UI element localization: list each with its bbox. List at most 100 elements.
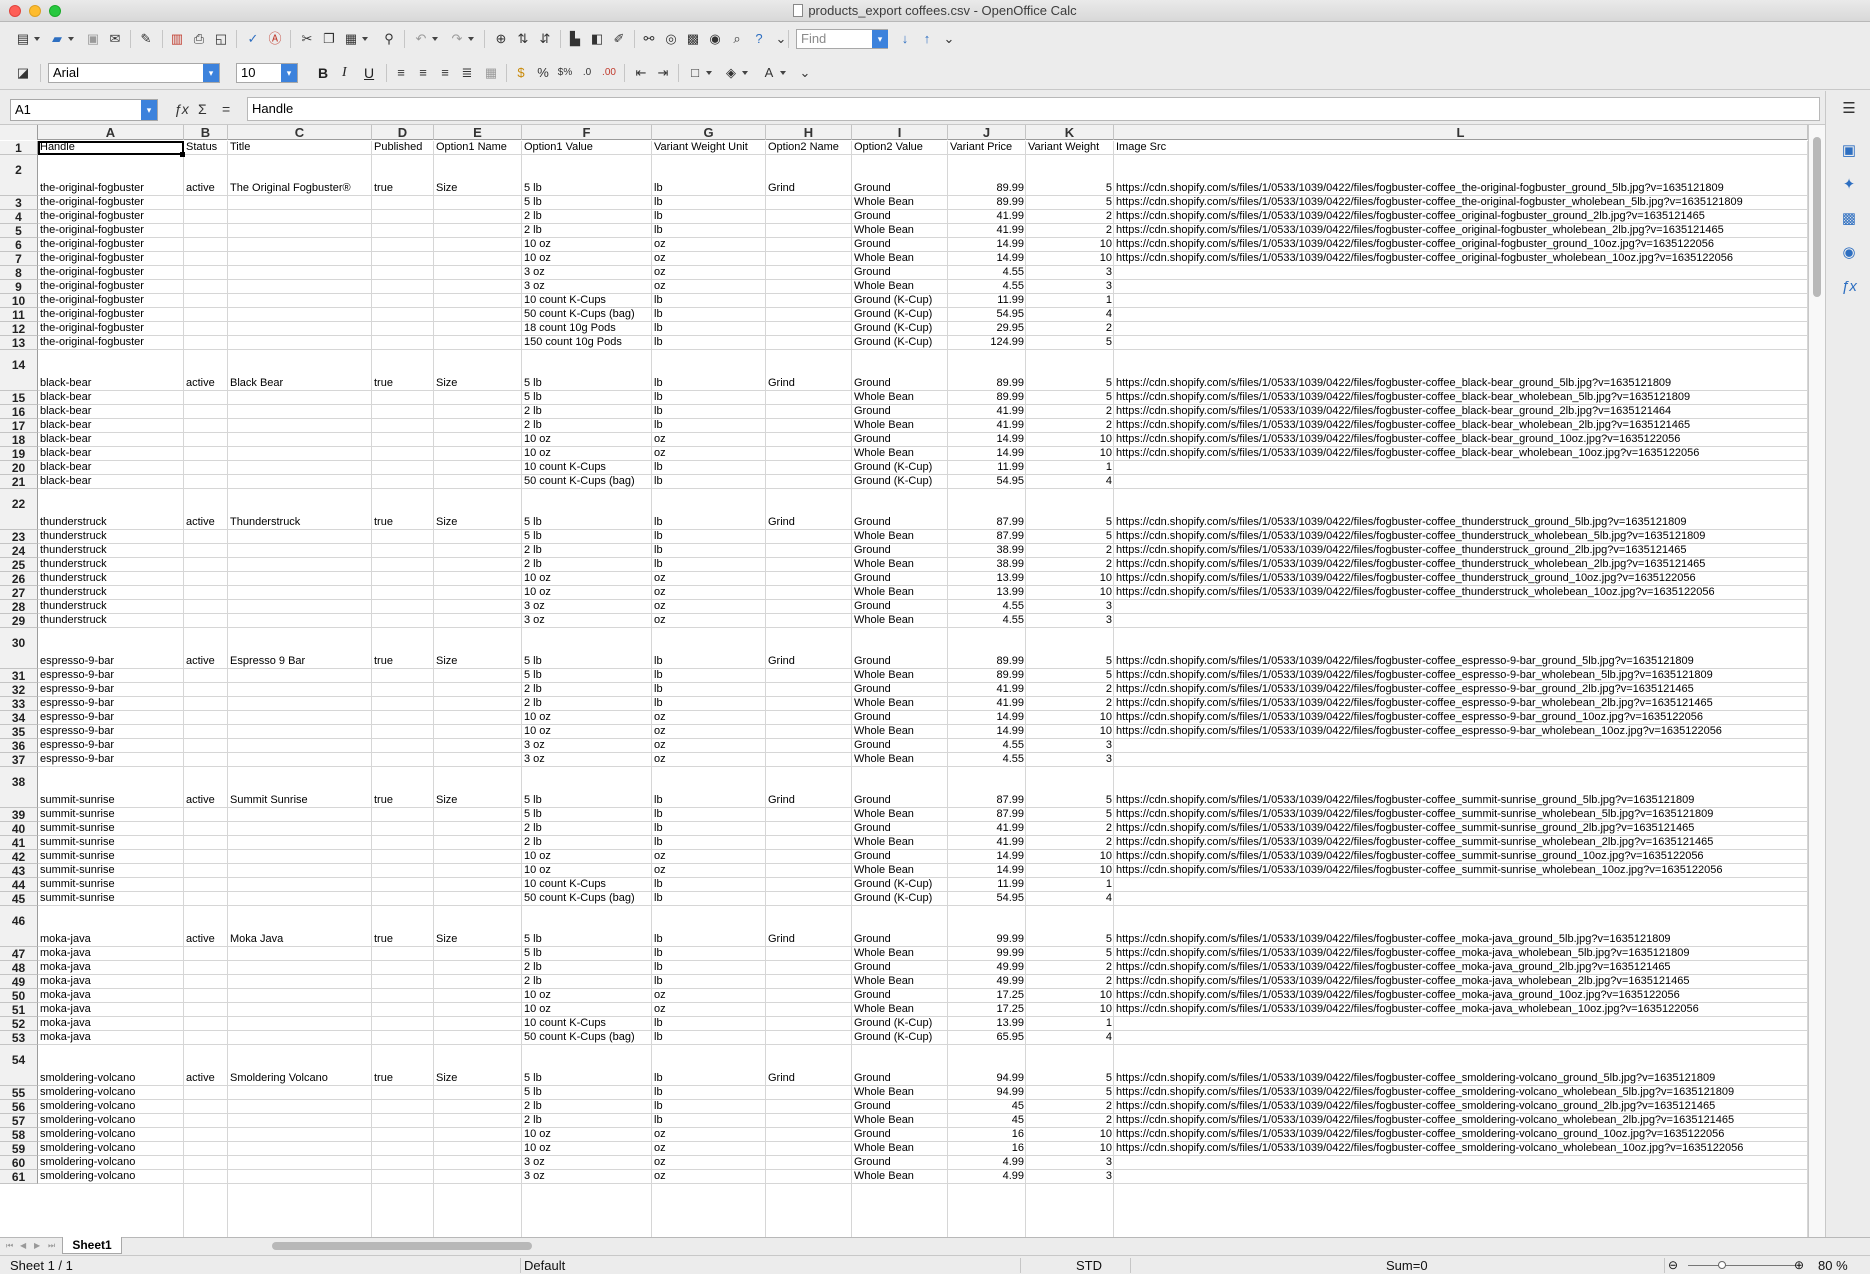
- cell-i33[interactable]: Whole Bean: [852, 697, 948, 710]
- column-header-c[interactable]: C: [228, 125, 372, 140]
- cell-g28[interactable]: oz: [652, 600, 766, 613]
- cell-g43[interactable]: oz: [652, 864, 766, 877]
- cell-k9[interactable]: 3: [1026, 280, 1114, 293]
- row-header[interactable]: 35: [0, 725, 38, 739]
- cell-k37[interactable]: 3: [1026, 753, 1114, 766]
- row-header[interactable]: 8: [0, 266, 38, 280]
- cell-a31[interactable]: espresso-9-bar: [38, 669, 184, 682]
- cell-a47[interactable]: moka-java: [38, 947, 184, 960]
- row-header[interactable]: 16: [0, 405, 38, 419]
- cell-a44[interactable]: summit-sunrise: [38, 878, 184, 891]
- cell-j1[interactable]: Variant Price: [948, 141, 1026, 154]
- cell-i27[interactable]: Whole Bean: [852, 586, 948, 599]
- new-document-icon[interactable]: ▤: [14, 30, 40, 48]
- cell-i37[interactable]: Whole Bean: [852, 753, 948, 766]
- page-preview-icon[interactable]: ◱: [212, 30, 230, 48]
- cell-i3[interactable]: Whole Bean: [852, 196, 948, 209]
- cell-g45[interactable]: lb: [652, 892, 766, 905]
- cell-g51[interactable]: oz: [652, 1003, 766, 1016]
- row-header[interactable]: 6: [0, 238, 38, 252]
- row-header[interactable]: 21: [0, 475, 38, 489]
- zoom-level[interactable]: 80 %: [1818, 1258, 1848, 1273]
- cell-j46[interactable]: 99.99: [948, 933, 1026, 946]
- cell-j29[interactable]: 4.55: [948, 614, 1026, 627]
- cell-f24[interactable]: 2 lb: [522, 544, 652, 557]
- cell-f31[interactable]: 5 lb: [522, 669, 652, 682]
- cell-a46[interactable]: moka-java: [38, 933, 184, 946]
- cell-i58[interactable]: Ground: [852, 1128, 948, 1141]
- cell-l17[interactable]: https://cdn.shopify.com/s/files/1/0533/1…: [1114, 419, 1808, 432]
- cell-k42[interactable]: 10: [1026, 850, 1114, 863]
- add-decimal-icon[interactable]: .0: [578, 64, 596, 82]
- cell-j21[interactable]: 54.95: [948, 475, 1026, 488]
- cell-g8[interactable]: oz: [652, 266, 766, 279]
- cell-j20[interactable]: 11.99: [948, 461, 1026, 474]
- row-header[interactable]: 49: [0, 975, 38, 989]
- cell-k59[interactable]: 10: [1026, 1142, 1114, 1155]
- cell-g38[interactable]: lb: [652, 794, 766, 807]
- row-header[interactable]: 13: [0, 336, 38, 350]
- cell-i25[interactable]: Whole Bean: [852, 558, 948, 571]
- cell-k60[interactable]: 3: [1026, 1156, 1114, 1169]
- next-sheet-icon[interactable]: ▶: [34, 1240, 43, 1252]
- cell-i8[interactable]: Ground: [852, 266, 948, 279]
- cell-a51[interactable]: moka-java: [38, 1003, 184, 1016]
- cell-k8[interactable]: 3: [1026, 266, 1114, 279]
- cell-j6[interactable]: 14.99: [948, 238, 1026, 251]
- cell-j10[interactable]: 11.99: [948, 294, 1026, 307]
- cell-b14[interactable]: active: [184, 377, 228, 390]
- cell-f25[interactable]: 2 lb: [522, 558, 652, 571]
- cell-e38[interactable]: Size: [434, 794, 522, 807]
- cell-g35[interactable]: oz: [652, 725, 766, 738]
- cell-j24[interactable]: 38.99: [948, 544, 1026, 557]
- column-header-b[interactable]: B: [184, 125, 228, 140]
- cell-h1[interactable]: Option2 Name: [766, 141, 852, 154]
- cell-g4[interactable]: lb: [652, 210, 766, 223]
- cell-g34[interactable]: oz: [652, 711, 766, 724]
- row-header[interactable]: 5: [0, 224, 38, 238]
- cell-a45[interactable]: summit-sunrise: [38, 892, 184, 905]
- cell-i29[interactable]: Whole Bean: [852, 614, 948, 627]
- cell-a33[interactable]: espresso-9-bar: [38, 697, 184, 710]
- cell-g49[interactable]: lb: [652, 975, 766, 988]
- horizontal-scroll-thumb[interactable]: [272, 1242, 532, 1250]
- cell-j5[interactable]: 41.99: [948, 224, 1026, 237]
- cell-i26[interactable]: Ground: [852, 572, 948, 585]
- copy-icon[interactable]: ❐: [320, 30, 338, 48]
- cell-j25[interactable]: 38.99: [948, 558, 1026, 571]
- cell-a20[interactable]: black-bear: [38, 461, 184, 474]
- function-icon[interactable]: =: [222, 101, 230, 117]
- cell-g56[interactable]: lb: [652, 1100, 766, 1113]
- decrease-indent-icon[interactable]: ⇤: [632, 64, 650, 82]
- cell-l7[interactable]: https://cdn.shopify.com/s/files/1/0533/1…: [1114, 252, 1808, 265]
- cell-i39[interactable]: Whole Bean: [852, 808, 948, 821]
- cell-d38[interactable]: true: [372, 794, 434, 807]
- cell-e2[interactable]: Size: [434, 182, 522, 195]
- cell-j57[interactable]: 45: [948, 1114, 1026, 1127]
- cell-j61[interactable]: 4.99: [948, 1170, 1026, 1183]
- cell-l54[interactable]: https://cdn.shopify.com/s/files/1/0533/1…: [1114, 1072, 1808, 1085]
- cell-i6[interactable]: Ground: [852, 238, 948, 251]
- cell-a9[interactable]: the-original-fogbuster: [38, 280, 184, 293]
- cell-g13[interactable]: lb: [652, 336, 766, 349]
- row-header[interactable]: 51: [0, 1003, 38, 1017]
- cell-a39[interactable]: summit-sunrise: [38, 808, 184, 821]
- cell-k25[interactable]: 2: [1026, 558, 1114, 571]
- cell-i36[interactable]: Ground: [852, 739, 948, 752]
- cell-g15[interactable]: lb: [652, 391, 766, 404]
- cell-l16[interactable]: https://cdn.shopify.com/s/files/1/0533/1…: [1114, 405, 1808, 418]
- cell-a35[interactable]: espresso-9-bar: [38, 725, 184, 738]
- cell-b46[interactable]: active: [184, 933, 228, 946]
- cell-a32[interactable]: espresso-9-bar: [38, 683, 184, 696]
- row-header[interactable]: 17: [0, 419, 38, 433]
- cell-f27[interactable]: 10 oz: [522, 586, 652, 599]
- align-center-icon[interactable]: ≡: [414, 64, 432, 82]
- cell-a14[interactable]: black-bear: [38, 377, 184, 390]
- cell-l25[interactable]: https://cdn.shopify.com/s/files/1/0533/1…: [1114, 558, 1808, 571]
- cell-i60[interactable]: Ground: [852, 1156, 948, 1169]
- cell-a28[interactable]: thunderstruck: [38, 600, 184, 613]
- cell-a30[interactable]: espresso-9-bar: [38, 655, 184, 668]
- cell-j55[interactable]: 94.99: [948, 1086, 1026, 1099]
- cell-j32[interactable]: 41.99: [948, 683, 1026, 696]
- cell-a59[interactable]: smoldering-volcano: [38, 1142, 184, 1155]
